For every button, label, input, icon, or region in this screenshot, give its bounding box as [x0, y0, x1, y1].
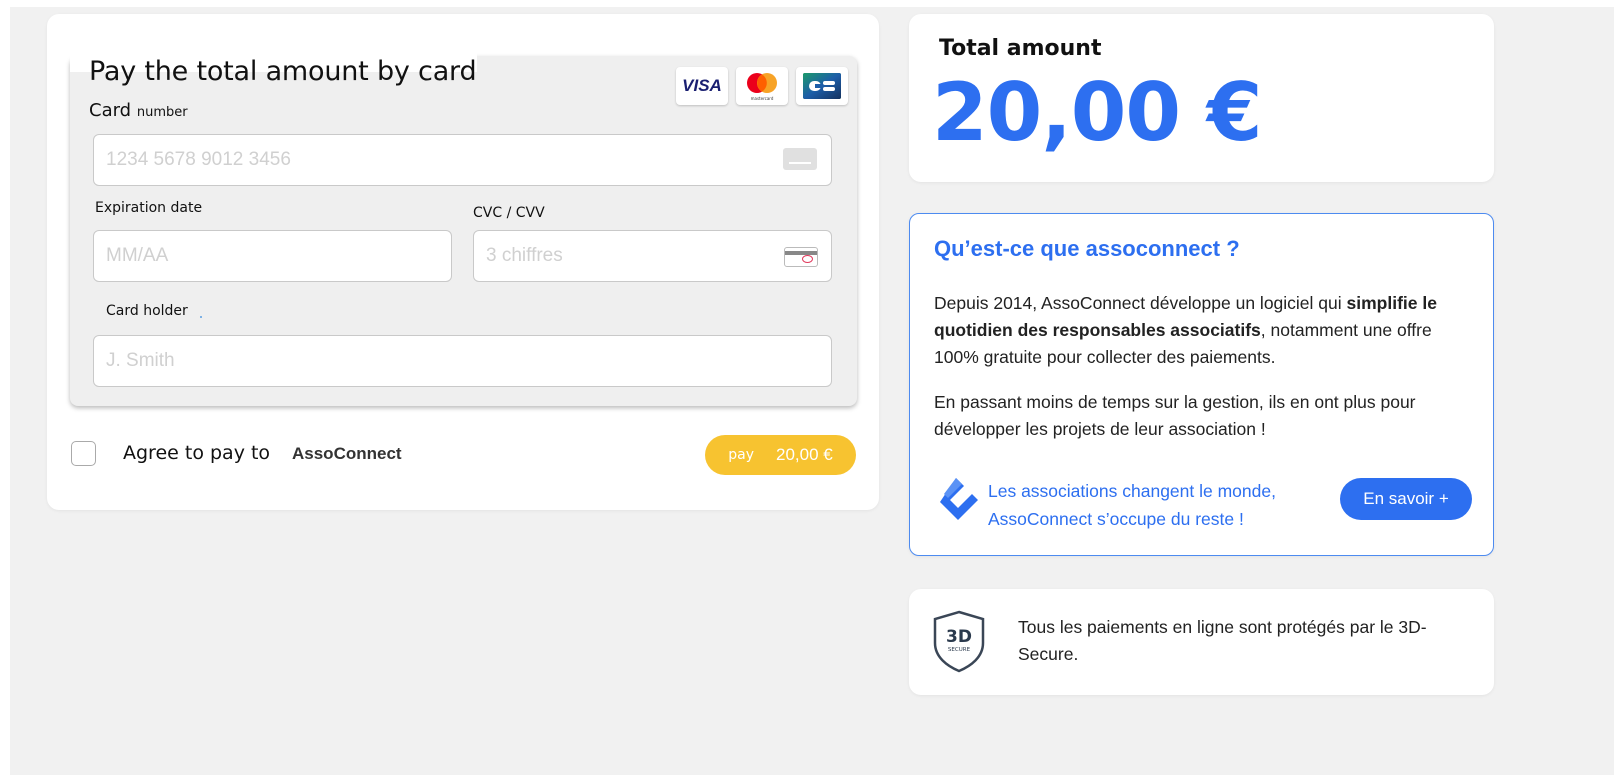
learn-more-button[interactable]: En savoir +: [1340, 478, 1472, 520]
svg-text:mastercard: mastercard: [751, 96, 774, 101]
visa-logo-icon: VISA: [676, 67, 728, 105]
mastercard-logo-icon: mastercard: [736, 67, 788, 105]
tagline-line-1: Les associations changent le monde,: [988, 481, 1276, 501]
pay-button-amount: 20,00 €: [776, 445, 833, 464]
total-amount-label: Total amount: [939, 36, 1102, 61]
card-holder-label: Card holder: [106, 303, 188, 319]
card-back-cvc-icon: [784, 247, 818, 267]
card-number-label: Card number: [89, 100, 188, 121]
assoconnect-logo-icon: [940, 478, 978, 520]
about-title: Qu’est-ce que assoconnect ?: [934, 236, 1240, 261]
about-paragraph-2: En passant moins de temps sur la gestion…: [934, 392, 1416, 439]
cvc-input[interactable]: [473, 230, 832, 282]
pay-button-word: pay: [728, 447, 755, 463]
card-brand-logos: VISA mastercard: [676, 67, 848, 105]
about-p1-text: Depuis 2014, AssoConnect développe un lo…: [934, 293, 1347, 313]
card-label-text: Card: [89, 100, 132, 121]
expiration-input[interactable]: [93, 230, 452, 282]
3d-secure-shield-icon: 3D SECURE: [933, 610, 985, 673]
assoconnect-tagline: Les associations changent le monde, Asso…: [988, 477, 1276, 533]
tagline-line-2: AssoConnect s’occupe du reste !: [988, 509, 1244, 529]
card-number-input[interactable]: [93, 134, 832, 186]
form-title: Pay the total amount by card: [89, 56, 477, 87]
cb-logo-icon: [796, 67, 848, 105]
decorative-dot: [200, 316, 202, 318]
pay-button[interactable]: pay 20,00 €: [705, 435, 856, 475]
agree-checkbox[interactable]: [71, 441, 96, 466]
card-holder-input[interactable]: [93, 335, 832, 387]
cvc-label: CVC / CVV: [473, 205, 545, 221]
agree-label: Agree to pay to: [123, 442, 271, 464]
about-paragraph-1: Depuis 2014, AssoConnect développe un lo…: [934, 290, 1454, 371]
total-amount-value: 20,00 €: [932, 66, 1263, 159]
secure-payment-text: Tous les paiements en ligne sont protégé…: [1018, 617, 1427, 664]
agree-organization: AssoConnect: [292, 444, 402, 463]
credit-card-icon: [783, 148, 817, 170]
expiration-label: Expiration date: [95, 200, 203, 216]
svg-text:3D: 3D: [946, 627, 972, 647]
card-label-small-text: number: [136, 105, 188, 120]
svg-text:SECURE: SECURE: [948, 647, 971, 653]
